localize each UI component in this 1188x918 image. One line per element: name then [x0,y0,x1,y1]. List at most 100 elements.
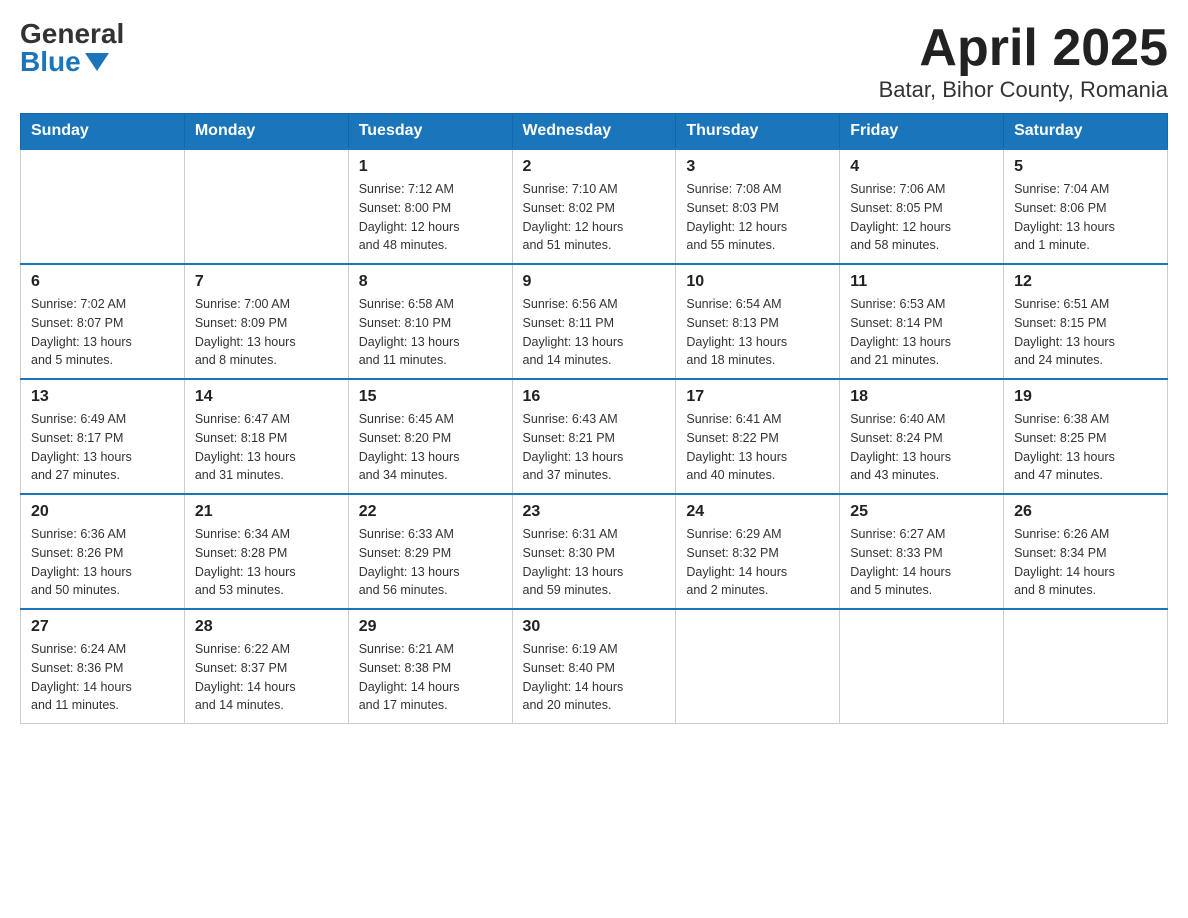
calendar-cell: 9 Sunrise: 6:56 AM Sunset: 8:11 PM Daylig… [512,264,676,379]
day-number: 14 [195,388,338,406]
day-number: 16 [523,388,666,406]
calendar-header: SundayMondayTuesdayWednesdayThursdayFrid… [21,114,1168,150]
day-info: Sunrise: 6:40 AM Sunset: 8:24 PM Dayligh… [850,410,993,485]
calendar-cell: 12 Sunrise: 6:51 AM Sunset: 8:15 PM Dayli… [1004,264,1168,379]
day-info: Sunrise: 6:38 AM Sunset: 8:25 PM Dayligh… [1014,410,1157,485]
calendar-cell: 23 Sunrise: 6:31 AM Sunset: 8:30 PM Dayli… [512,494,676,609]
calendar-table: SundayMondayTuesdayWednesdayThursdayFrid… [20,113,1168,724]
day-number: 8 [359,273,502,291]
day-info: Sunrise: 6:21 AM Sunset: 8:38 PM Dayligh… [359,640,502,715]
calendar-cell: 10 Sunrise: 6:54 AM Sunset: 8:13 PM Dayli… [676,264,840,379]
day-info: Sunrise: 7:00 AM Sunset: 8:09 PM Dayligh… [195,295,338,370]
day-number: 12 [1014,273,1157,291]
day-info: Sunrise: 7:04 AM Sunset: 8:06 PM Dayligh… [1014,180,1157,255]
calendar-cell: 2 Sunrise: 7:10 AM Sunset: 8:02 PM Daylig… [512,149,676,264]
day-info: Sunrise: 6:33 AM Sunset: 8:29 PM Dayligh… [359,525,502,600]
calendar-cell [184,149,348,264]
day-number: 9 [523,273,666,291]
day-info: Sunrise: 6:22 AM Sunset: 8:37 PM Dayligh… [195,640,338,715]
logo-blue-text: Blue [20,48,109,76]
day-number: 1 [359,158,502,176]
day-number: 13 [31,388,174,406]
calendar-cell: 5 Sunrise: 7:04 AM Sunset: 8:06 PM Daylig… [1004,149,1168,264]
day-info: Sunrise: 6:41 AM Sunset: 8:22 PM Dayligh… [686,410,829,485]
day-info: Sunrise: 6:53 AM Sunset: 8:14 PM Dayligh… [850,295,993,370]
day-number: 21 [195,503,338,521]
calendar-cell: 29 Sunrise: 6:21 AM Sunset: 8:38 PM Dayli… [348,609,512,724]
calendar-cell: 25Sunrise: 6:27 AM Sunset: 8:33 PM Dayli… [840,494,1004,609]
weekday-header: Saturday [1004,114,1168,150]
weekday-header: Wednesday [512,114,676,150]
day-number: 5 [1014,158,1157,176]
calendar-cell: 1 Sunrise: 7:12 AM Sunset: 8:00 PM Daylig… [348,149,512,264]
day-number: 18 [850,388,993,406]
day-info: Sunrise: 6:27 AM Sunset: 8:33 PM Dayligh… [850,525,993,600]
calendar-cell: 18 Sunrise: 6:40 AM Sunset: 8:24 PM Dayli… [840,379,1004,494]
weekday-header: Thursday [676,114,840,150]
calendar-cell [21,149,185,264]
day-info: Sunrise: 6:43 AM Sunset: 8:21 PM Dayligh… [523,410,666,485]
day-number: 26 [1014,503,1157,521]
day-number: 17 [686,388,829,406]
calendar-cell: 26 Sunrise: 6:26 AM Sunset: 8:34 PM Dayli… [1004,494,1168,609]
calendar-title: April 2025 [879,20,1168,77]
calendar-cell: 15 Sunrise: 6:45 AM Sunset: 8:20 PM Dayli… [348,379,512,494]
calendar-cell [840,609,1004,724]
day-info: Sunrise: 7:06 AM Sunset: 8:05 PM Dayligh… [850,180,993,255]
day-number: 11 [850,273,993,291]
calendar-cell: 30 Sunrise: 6:19 AM Sunset: 8:40 PM Dayli… [512,609,676,724]
weekday-header: Sunday [21,114,185,150]
day-number: 7 [195,273,338,291]
calendar-cell: 16 Sunrise: 6:43 AM Sunset: 8:21 PM Dayli… [512,379,676,494]
day-info: Sunrise: 6:51 AM Sunset: 8:15 PM Dayligh… [1014,295,1157,370]
day-number: 29 [359,618,502,636]
calendar-subtitle: Batar, Bihor County, Romania [879,77,1168,103]
calendar-cell: 8 Sunrise: 6:58 AM Sunset: 8:10 PM Daylig… [348,264,512,379]
weekday-header: Tuesday [348,114,512,150]
day-info: Sunrise: 6:47 AM Sunset: 8:18 PM Dayligh… [195,410,338,485]
day-info: Sunrise: 6:34 AM Sunset: 8:28 PM Dayligh… [195,525,338,600]
logo-triangle-icon [85,53,109,71]
day-info: Sunrise: 6:36 AM Sunset: 8:26 PM Dayligh… [31,525,174,600]
calendar-week-row: 1 Sunrise: 7:12 AM Sunset: 8:00 PM Daylig… [21,149,1168,264]
day-info: Sunrise: 6:26 AM Sunset: 8:34 PM Dayligh… [1014,525,1157,600]
day-number: 24 [686,503,829,521]
day-number: 15 [359,388,502,406]
calendar-cell: 17 Sunrise: 6:41 AM Sunset: 8:22 PM Dayli… [676,379,840,494]
weekday-header-row: SundayMondayTuesdayWednesdayThursdayFrid… [21,114,1168,150]
calendar-cell: 6Sunrise: 7:02 AM Sunset: 8:07 PM Daylig… [21,264,185,379]
day-number: 30 [523,618,666,636]
day-number: 4 [850,158,993,176]
day-info: Sunrise: 7:08 AM Sunset: 8:03 PM Dayligh… [686,180,829,255]
calendar-cell [676,609,840,724]
calendar-body: 1 Sunrise: 7:12 AM Sunset: 8:00 PM Daylig… [21,149,1168,724]
day-info: Sunrise: 6:31 AM Sunset: 8:30 PM Dayligh… [523,525,666,600]
day-info: Sunrise: 7:12 AM Sunset: 8:00 PM Dayligh… [359,180,502,255]
day-number: 10 [686,273,829,291]
calendar-cell: 20Sunrise: 6:36 AM Sunset: 8:26 PM Dayli… [21,494,185,609]
calendar-cell: 21 Sunrise: 6:34 AM Sunset: 8:28 PM Dayli… [184,494,348,609]
page-header: General Blue April 2025 Batar, Bihor Cou… [20,20,1168,103]
title-block: April 2025 Batar, Bihor County, Romania [879,20,1168,103]
day-info: Sunrise: 6:24 AM Sunset: 8:36 PM Dayligh… [31,640,174,715]
day-number: 2 [523,158,666,176]
day-number: 28 [195,618,338,636]
day-number: 23 [523,503,666,521]
calendar-cell: 27Sunrise: 6:24 AM Sunset: 8:36 PM Dayli… [21,609,185,724]
day-info: Sunrise: 6:58 AM Sunset: 8:10 PM Dayligh… [359,295,502,370]
calendar-week-row: 27Sunrise: 6:24 AM Sunset: 8:36 PM Dayli… [21,609,1168,724]
day-info: Sunrise: 6:19 AM Sunset: 8:40 PM Dayligh… [523,640,666,715]
calendar-cell: 22Sunrise: 6:33 AM Sunset: 8:29 PM Dayli… [348,494,512,609]
calendar-cell: 19Sunrise: 6:38 AM Sunset: 8:25 PM Dayli… [1004,379,1168,494]
calendar-cell: 11 Sunrise: 6:53 AM Sunset: 8:14 PM Dayli… [840,264,1004,379]
day-info: Sunrise: 6:45 AM Sunset: 8:20 PM Dayligh… [359,410,502,485]
calendar-week-row: 6Sunrise: 7:02 AM Sunset: 8:07 PM Daylig… [21,264,1168,379]
day-info: Sunrise: 7:10 AM Sunset: 8:02 PM Dayligh… [523,180,666,255]
calendar-cell: 7 Sunrise: 7:00 AM Sunset: 8:09 PM Daylig… [184,264,348,379]
day-info: Sunrise: 6:49 AM Sunset: 8:17 PM Dayligh… [31,410,174,485]
calendar-cell: 28 Sunrise: 6:22 AM Sunset: 8:37 PM Dayli… [184,609,348,724]
calendar-week-row: 13 Sunrise: 6:49 AM Sunset: 8:17 PM Dayli… [21,379,1168,494]
calendar-cell: 13 Sunrise: 6:49 AM Sunset: 8:17 PM Dayli… [21,379,185,494]
day-info: Sunrise: 6:56 AM Sunset: 8:11 PM Dayligh… [523,295,666,370]
day-info: Sunrise: 6:54 AM Sunset: 8:13 PM Dayligh… [686,295,829,370]
